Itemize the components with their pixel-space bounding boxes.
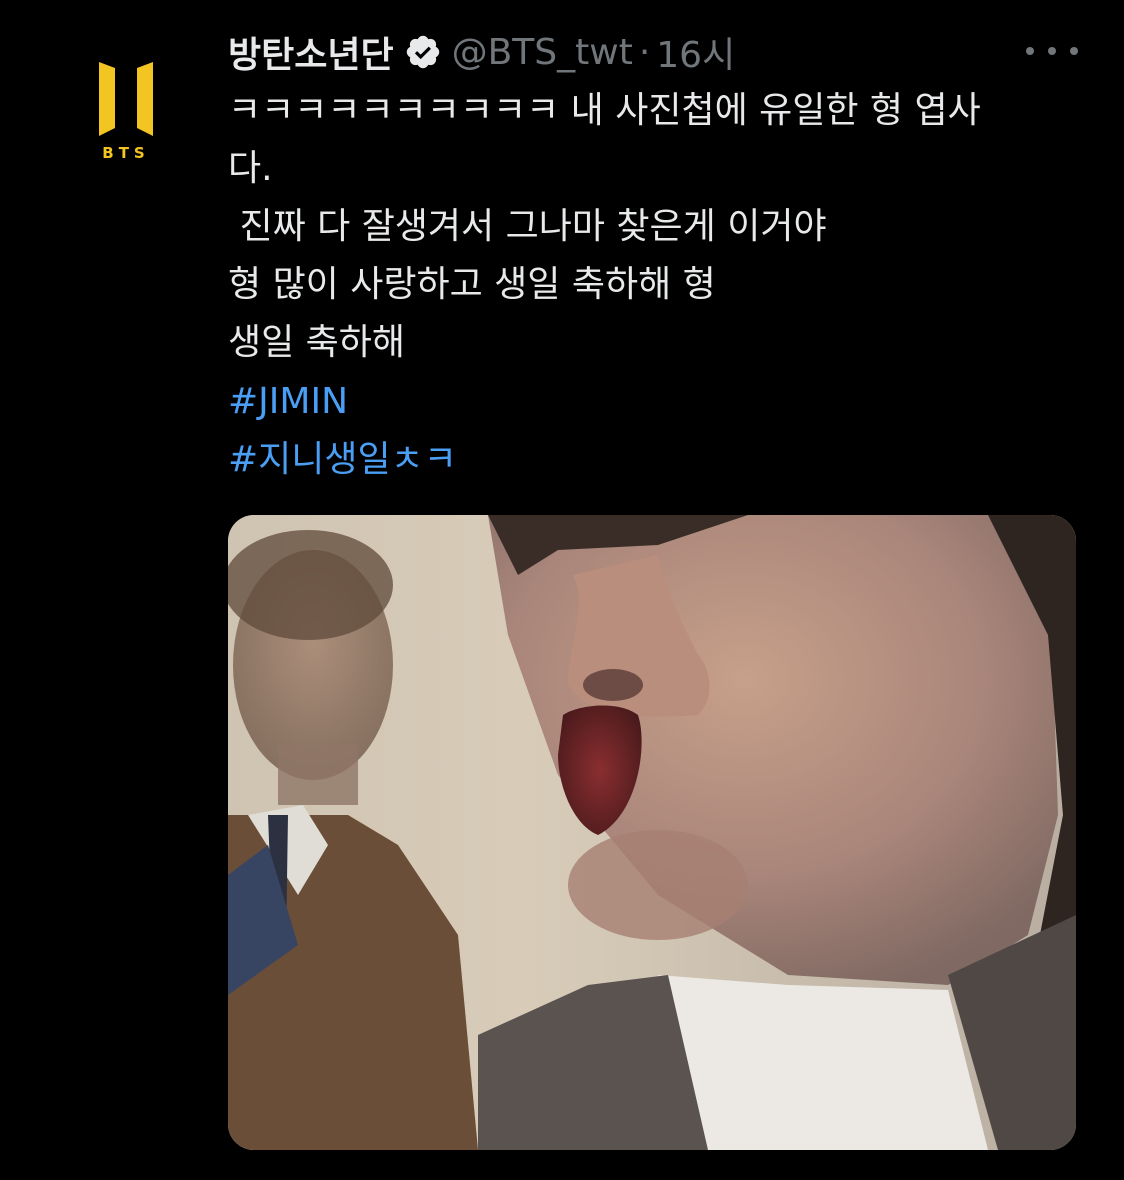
display-name[interactable]: 방탄소년단 <box>228 26 394 78</box>
tweet[interactable]: BTS 방탄소년단 @BTS_twt · 16시 ㅋㅋㅋㅋㅋㅋㅋㅋㅋㅋ 내 사진… <box>0 0 1124 1180</box>
more-options-icon[interactable] <box>1026 36 1078 66</box>
timestamp[interactable]: 16시 <box>656 26 735 78</box>
photo-image <box>228 515 1076 1150</box>
hashtag-link[interactable]: #지니생일ㅊㅋ <box>228 431 457 489</box>
tweet-header: 방탄소년단 @BTS_twt · 16시 <box>228 22 735 82</box>
hashtags: #JIMIN #지니생일ㅊㅋ <box>228 373 457 489</box>
tweet-text-line: 형 많이 사랑하고 생일 축하해 형 <box>228 264 716 305</box>
tweet-text-line: ㅋㅋㅋㅋㅋㅋㅋㅋㅋㅋ 내 사진첩에 유일한 형 엽사 <box>228 90 981 131</box>
avatar-logo-text: BTS <box>102 144 150 162</box>
tweet-photo[interactable] <box>228 515 1076 1150</box>
hashtag-link[interactable]: #JIMIN <box>228 373 457 431</box>
avatar[interactable]: BTS <box>96 58 156 168</box>
separator-dot: · <box>638 31 651 73</box>
bts-logo-icon <box>99 62 153 136</box>
handle[interactable]: @BTS_twt <box>452 32 633 73</box>
verified-badge-icon <box>404 33 442 71</box>
tweet-text: ㅋㅋㅋㅋㅋㅋㅋㅋㅋㅋ 내 사진첩에 유일한 형 엽사 다. 진짜 다 잘생겨서 … <box>228 82 1088 372</box>
tweet-text-line: 다. <box>228 148 273 189</box>
tweet-text-line: 진짜 다 잘생겨서 그나마 찾은게 이거야 <box>228 206 827 247</box>
tweet-text-line: 생일 축하해 <box>228 322 406 363</box>
